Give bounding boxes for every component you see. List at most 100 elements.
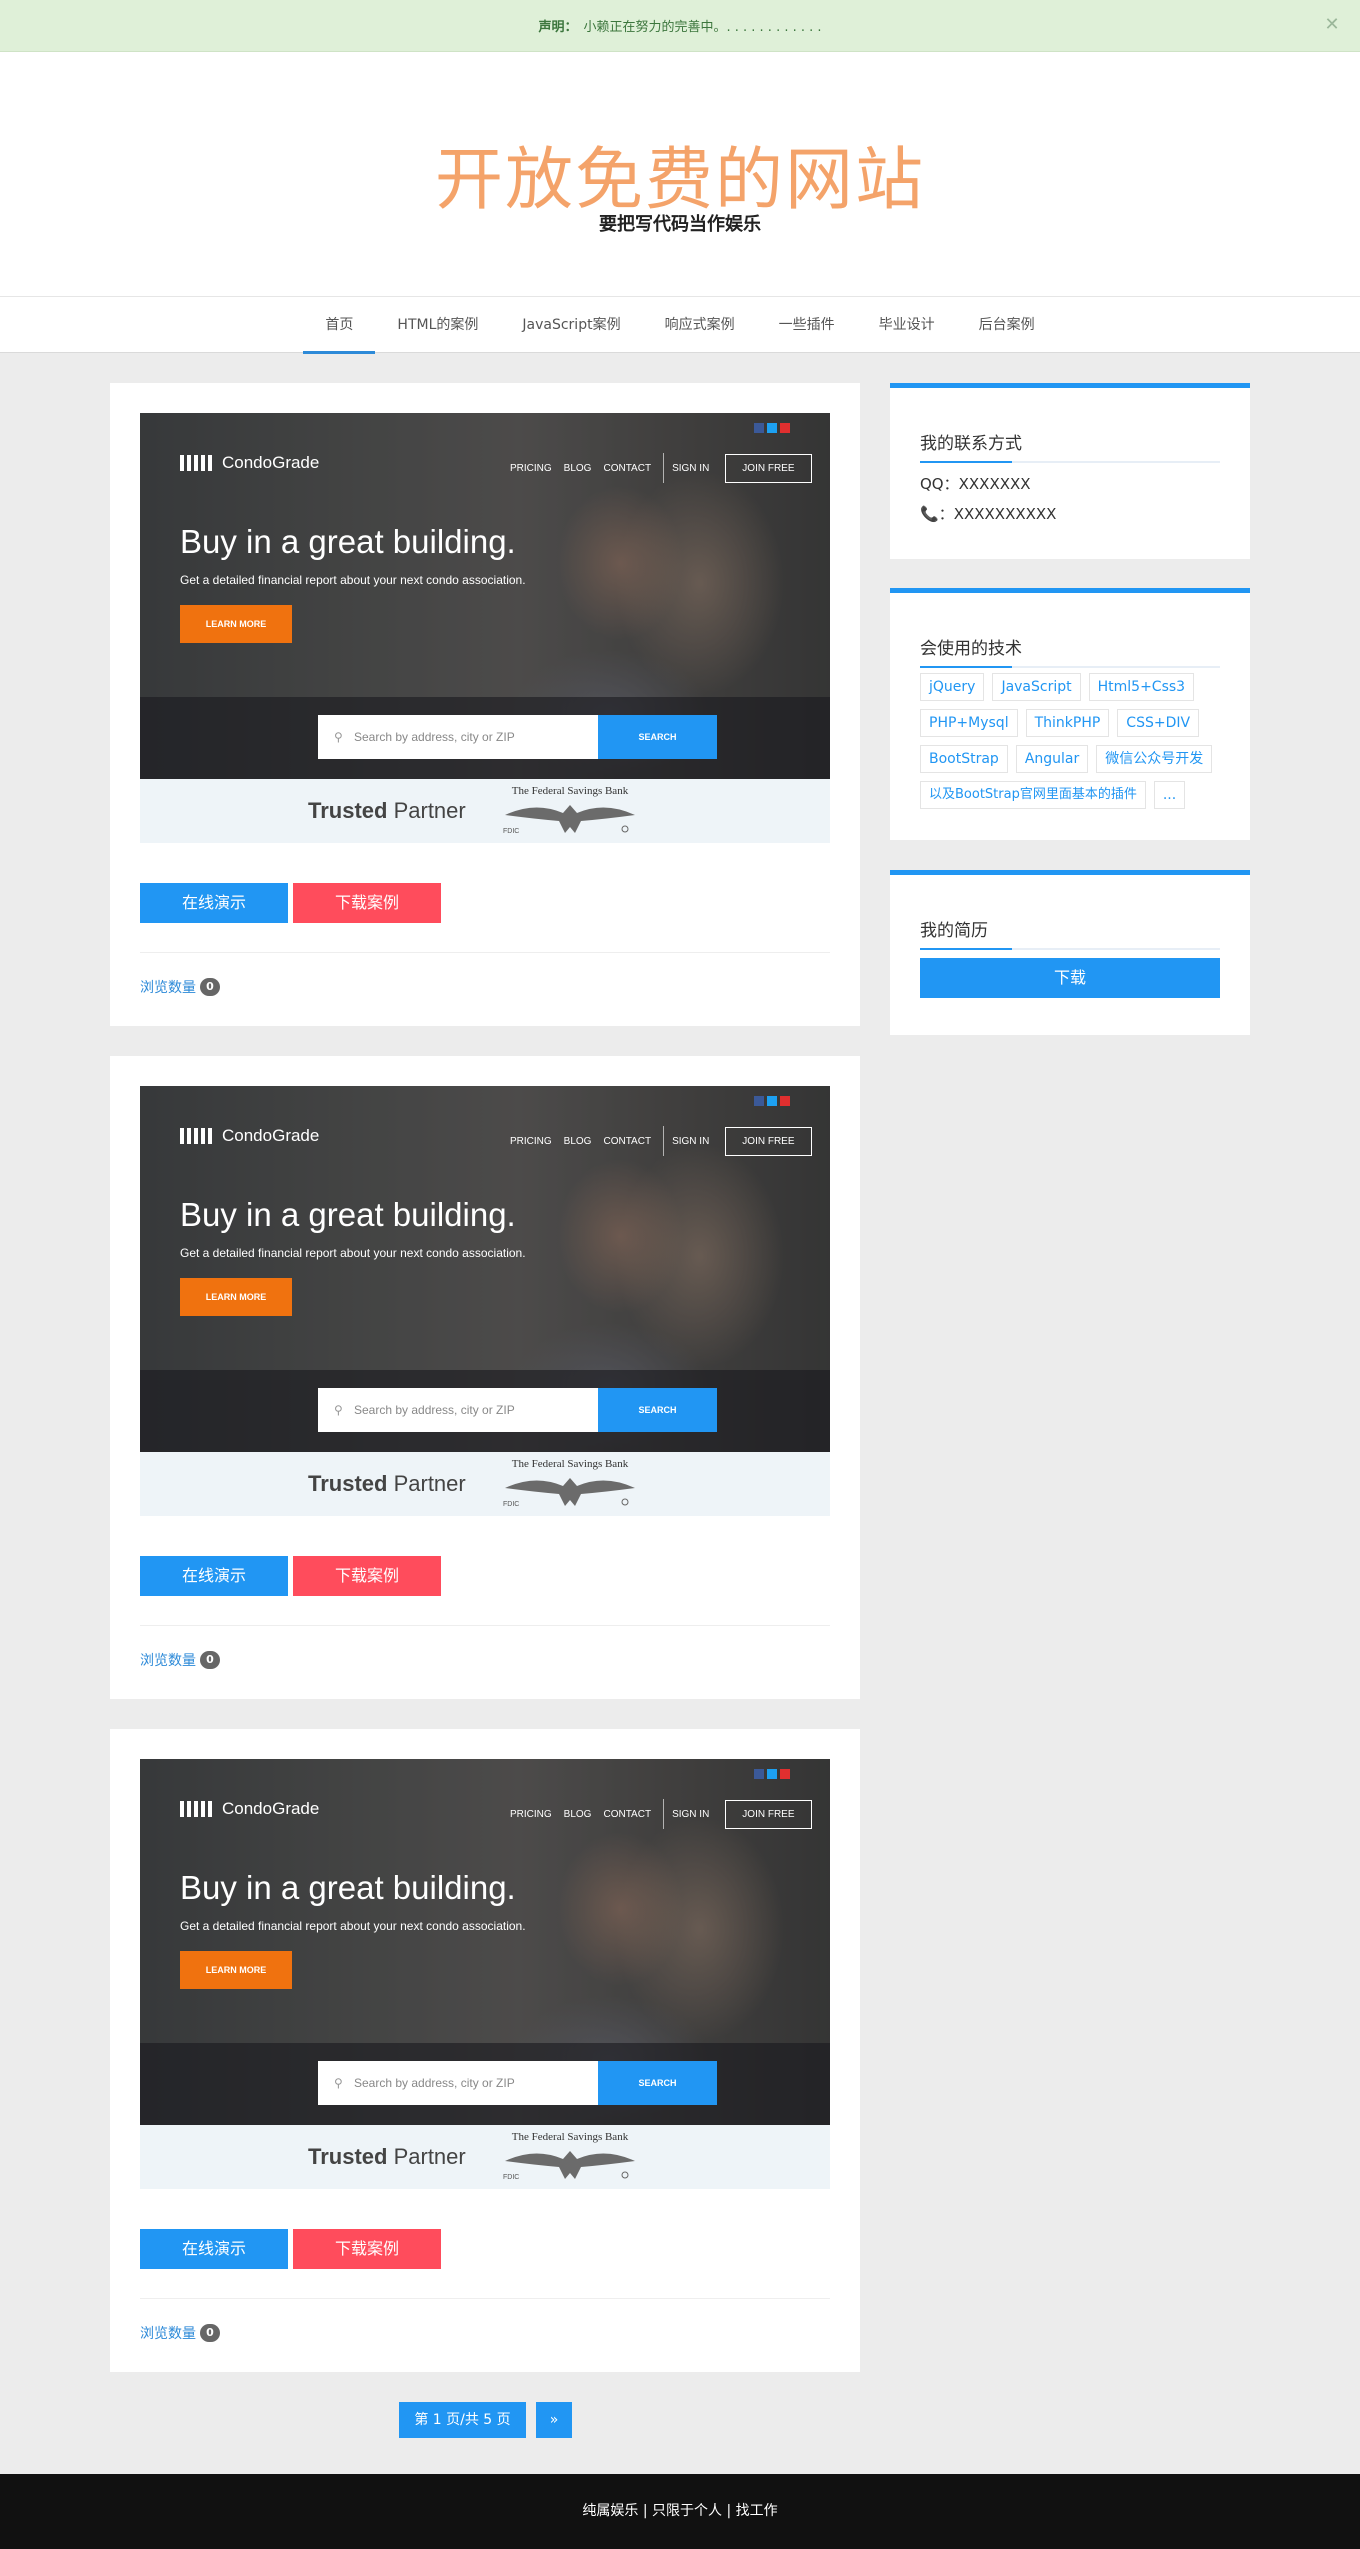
download-case-button[interactable]: 下载案例 bbox=[293, 883, 441, 923]
nav-home[interactable]: 首页 bbox=[303, 297, 376, 354]
skill-tag-more[interactable]: ... bbox=[1153, 781, 1186, 809]
search-icon: ⚲ bbox=[334, 2076, 343, 2090]
contact-title: 我的联系方式 bbox=[920, 434, 1022, 454]
brand-logo: CondoGrade bbox=[180, 453, 319, 473]
download-case-button[interactable]: 下载案例 bbox=[293, 1556, 441, 1596]
bank-logo: The Federal Savings Bank FDIC bbox=[495, 1458, 645, 1512]
nav-html-cases[interactable]: HTML的案例 bbox=[375, 297, 500, 353]
preview-image[interactable]: CondoGrade PRICING BLOG CONTACT SIGN IN … bbox=[140, 1086, 830, 1452]
bank-logo: The Federal Savings Bank FDIC bbox=[495, 785, 645, 839]
site-subtitle: 要把写代码当作娱乐 bbox=[599, 214, 761, 235]
brand-logo: CondoGrade bbox=[180, 1126, 319, 1146]
trusted-band: Trusted Partner The Federal Savings Bank… bbox=[140, 779, 830, 843]
preview-nav: PRICING BLOG CONTACT SIGN IN JOIN FREE bbox=[510, 1799, 824, 1829]
eagle-icon: FDIC bbox=[503, 1478, 635, 1508]
preview-search-button: SEARCH bbox=[598, 1388, 717, 1432]
twitter-icon bbox=[767, 1769, 777, 1779]
skill-tag[interactable]: Html5+Css3 bbox=[1088, 673, 1195, 701]
trusted-band: Trusted Partner The Federal Savings Bank… bbox=[140, 2125, 830, 2189]
eagle-icon: FDIC bbox=[503, 2151, 635, 2181]
skill-tag[interactable]: 以及BootStrap官网里面基本的插件 bbox=[920, 781, 1146, 809]
post-card: CondoGrade PRICING BLOG CONTACT SIGN IN … bbox=[110, 1729, 860, 2372]
social-icons bbox=[751, 1769, 790, 1779]
preview-image[interactable]: CondoGrade PRICING BLOG CONTACT SIGN IN … bbox=[140, 1759, 830, 2125]
preview-nav: PRICING BLOG CONTACT SIGN IN JOIN FREE bbox=[510, 1126, 824, 1156]
nav-responsive-cases[interactable]: 响应式案例 bbox=[643, 297, 757, 353]
view-count[interactable]: 浏览数量 0 bbox=[140, 977, 220, 997]
preview-search-button: SEARCH bbox=[598, 2061, 717, 2105]
skill-tag[interactable]: ThinkPHP bbox=[1025, 709, 1110, 737]
nav-graduation-design[interactable]: 毕业设计 bbox=[857, 297, 957, 353]
skills-widget: 会使用的技术 jQuery JavaScript Html5+Css3 PHP+… bbox=[890, 588, 1250, 840]
view-count[interactable]: 浏览数量 0 bbox=[140, 2323, 220, 2343]
google-plus-icon bbox=[780, 1096, 790, 1106]
bars-icon bbox=[180, 455, 214, 471]
skills-title: 会使用的技术 bbox=[920, 639, 1022, 659]
main-nav: 首页 HTML的案例 JavaScript案例 响应式案例 一些插件 毕业设计 … bbox=[0, 296, 1360, 354]
preview-headline: Buy in a great building. bbox=[180, 1869, 516, 1906]
view-count-badge: 0 bbox=[200, 1651, 220, 1669]
live-demo-button[interactable]: 在线演示 bbox=[140, 2229, 288, 2269]
pagination-current: 第 1 页/共 5 页 bbox=[399, 2402, 526, 2438]
preview-search-button: SEARCH bbox=[598, 715, 717, 759]
search-icon: ⚲ bbox=[334, 730, 343, 744]
facebook-icon bbox=[754, 1769, 764, 1779]
preview-image[interactable]: CondoGrade PRICING BLOG CONTACT SIGN IN … bbox=[140, 413, 830, 779]
google-plus-icon bbox=[780, 423, 790, 433]
view-count-badge: 0 bbox=[200, 2324, 220, 2342]
twitter-icon bbox=[767, 423, 777, 433]
post-card: CondoGrade PRICING BLOG CONTACT SIGN IN … bbox=[110, 1056, 860, 1699]
download-case-button[interactable]: 下载案例 bbox=[293, 2229, 441, 2269]
facebook-icon bbox=[754, 423, 764, 433]
trusted-partner: Trusted Partner bbox=[308, 798, 466, 823]
trusted-band: Trusted Partner The Federal Savings Bank… bbox=[140, 1452, 830, 1516]
nav-admin-cases[interactable]: 后台案例 bbox=[957, 297, 1057, 353]
preview-subline: Get a detailed financial report about yo… bbox=[180, 1919, 526, 1933]
trusted-partner: Trusted Partner bbox=[308, 1471, 466, 1496]
skill-tag[interactable]: Angular bbox=[1015, 745, 1089, 773]
learn-more-button: LEARN MORE bbox=[180, 605, 292, 643]
skill-tag[interactable]: JavaScript bbox=[992, 673, 1081, 701]
bars-icon bbox=[180, 1128, 214, 1144]
skill-tag[interactable]: 微信公众号开发 bbox=[1096, 745, 1213, 773]
svg-text:FDIC: FDIC bbox=[503, 1501, 519, 1508]
learn-more-button: LEARN MORE bbox=[180, 1278, 292, 1316]
learn-more-button: LEARN MORE bbox=[180, 1951, 292, 1989]
skill-tags: jQuery JavaScript Html5+Css3 PHP+Mysql T… bbox=[920, 673, 1230, 817]
close-icon[interactable]: ✕ bbox=[1322, 15, 1342, 35]
contact-widget: 我的联系方式 QQ：XXXXXXX 📞：XXXXXXXXXX bbox=[890, 383, 1250, 559]
preview-nav: PRICING BLOG CONTACT SIGN IN JOIN FREE bbox=[510, 453, 824, 483]
skill-tag[interactable]: BootStrap bbox=[920, 745, 1008, 773]
resume-download-button[interactable]: 下载 bbox=[920, 958, 1220, 998]
google-plus-icon bbox=[780, 1769, 790, 1779]
nav-plugins[interactable]: 一些插件 bbox=[757, 297, 857, 353]
site-footer: 纯属娱乐 | 只限于个人 | 找工作 bbox=[0, 2474, 1360, 2549]
skill-tag[interactable]: jQuery bbox=[920, 673, 985, 701]
skill-tag[interactable]: PHP+Mysql bbox=[920, 709, 1018, 737]
phone-line: 📞：XXXXXXXXXX bbox=[920, 505, 1057, 523]
view-count[interactable]: 浏览数量 0 bbox=[140, 1650, 220, 1670]
pagination-next-button[interactable]: » bbox=[536, 2402, 572, 2438]
brand-logo: CondoGrade bbox=[180, 1799, 319, 1819]
preview-search: ⚲ Search by address, city or ZIP bbox=[318, 2061, 598, 2105]
notice-label: 声明： bbox=[538, 20, 578, 35]
svg-text:FDIC: FDIC bbox=[503, 2174, 519, 2181]
skill-tag[interactable]: CSS+DIV bbox=[1117, 709, 1200, 737]
preview-headline: Buy in a great building. bbox=[180, 523, 516, 560]
site-title: 开放免费的网站 bbox=[434, 141, 925, 220]
facebook-icon bbox=[754, 1096, 764, 1106]
live-demo-button[interactable]: 在线演示 bbox=[140, 1556, 288, 1596]
view-count-badge: 0 bbox=[200, 978, 220, 996]
nav-javascript-cases[interactable]: JavaScript案例 bbox=[500, 297, 642, 353]
preview-search: ⚲ Search by address, city or ZIP bbox=[318, 715, 598, 759]
preview-subline: Get a detailed financial report about yo… bbox=[180, 573, 526, 587]
eagle-icon: FDIC bbox=[503, 805, 635, 835]
notice-text: 小赖正在努力的完善中。. . . . . . . . . . . . bbox=[583, 20, 822, 35]
preview-subline: Get a detailed financial report about yo… bbox=[180, 1246, 526, 1260]
live-demo-button[interactable]: 在线演示 bbox=[140, 883, 288, 923]
social-icons bbox=[751, 423, 790, 433]
site-header: 开放免费的网站 要把写代码当作娱乐 bbox=[0, 52, 1360, 296]
twitter-icon bbox=[767, 1096, 777, 1106]
preview-headline: Buy in a great building. bbox=[180, 1196, 516, 1233]
search-icon: ⚲ bbox=[334, 1403, 343, 1417]
